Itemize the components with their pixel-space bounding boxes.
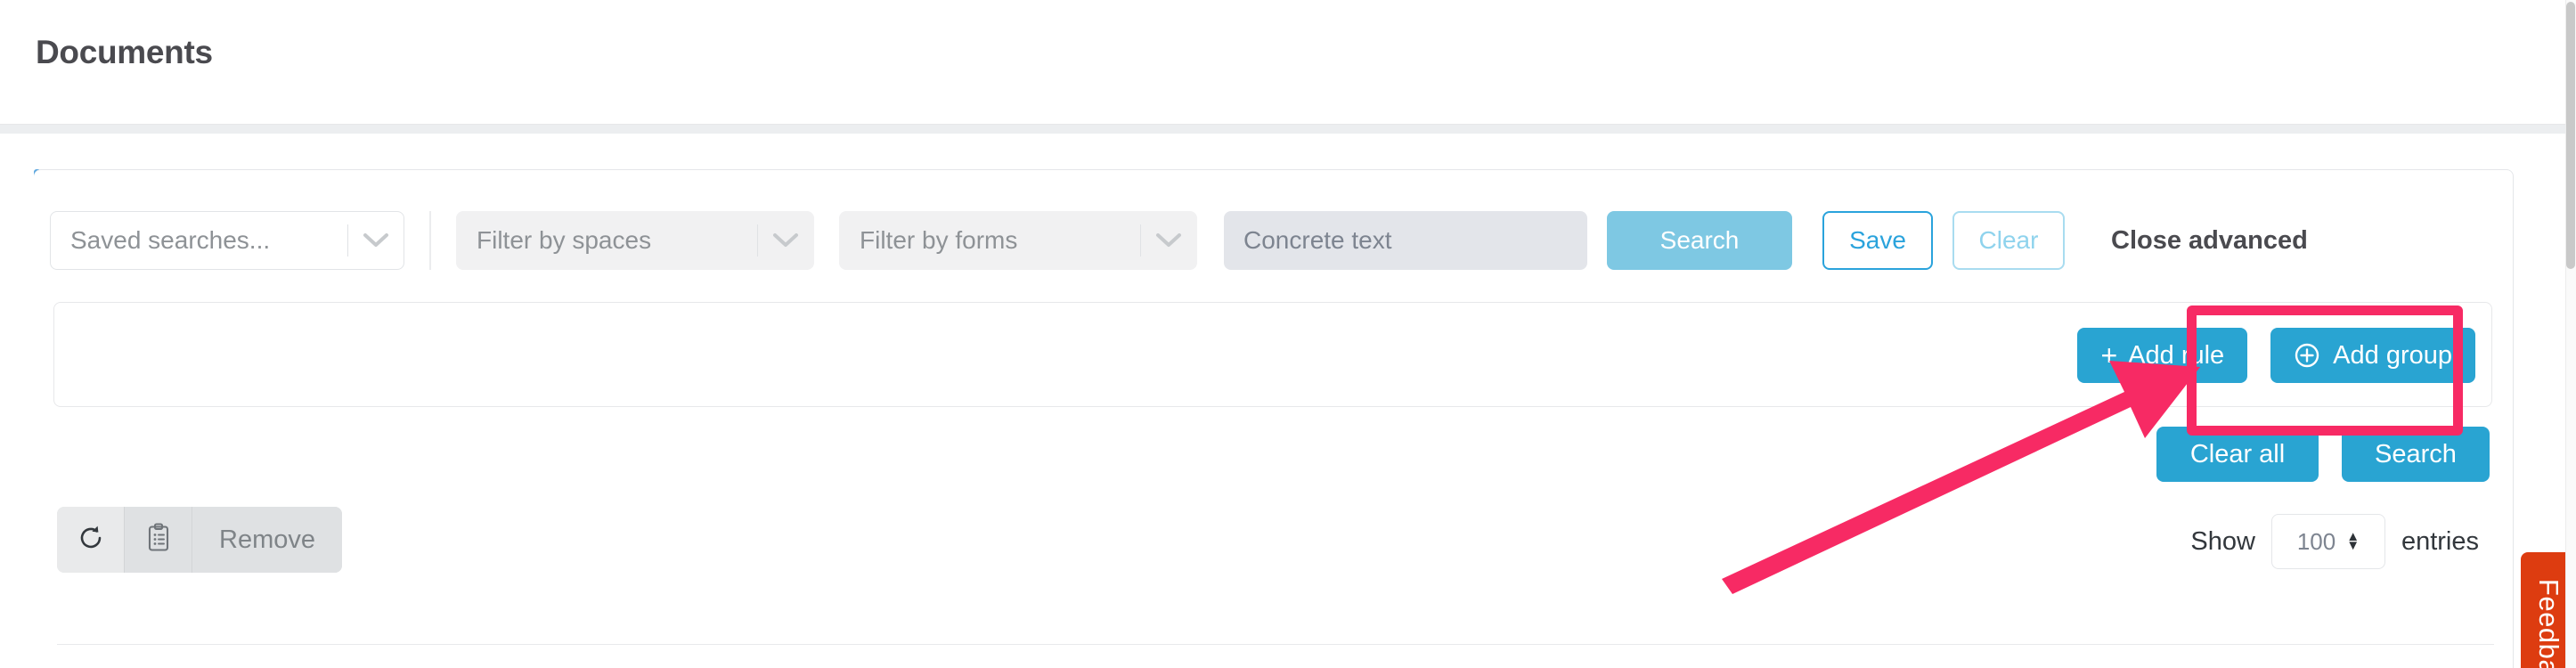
saved-searches-select[interactable]: Saved searches... xyxy=(50,211,404,270)
clear-all-button[interactable]: Clear all xyxy=(2156,427,2319,482)
page-title: Documents xyxy=(36,34,213,70)
entries-value: 100 xyxy=(2296,527,2336,555)
saved-searches-label: Saved searches... xyxy=(70,226,271,254)
page-scrollbar[interactable] xyxy=(2565,0,2576,668)
page-header: Documents xyxy=(0,0,2576,125)
up-down-arrows-icon: ▲ ▼ xyxy=(2346,529,2360,553)
table-separator xyxy=(57,644,2494,645)
filter-row: Saved searches... Filter by spaces Filte… xyxy=(50,211,2308,270)
add-rule-label: Add rule xyxy=(2128,340,2225,370)
remove-button[interactable]: Remove xyxy=(192,507,342,573)
clipboard-list-icon xyxy=(145,522,172,558)
show-label: Show xyxy=(2190,526,2255,556)
chevron-down-icon[interactable] xyxy=(758,232,813,248)
clear-search-button[interactable]: Clear xyxy=(1952,211,2065,270)
feedback-label: Feedback xyxy=(2533,578,2565,668)
header-divider xyxy=(0,125,2576,134)
filter-by-spaces-label: Filter by spaces xyxy=(477,226,652,254)
entries-label: entries xyxy=(2401,526,2479,556)
search-button-bottom[interactable]: Search xyxy=(2342,427,2490,482)
entries-per-page-select[interactable]: 100 ▲ ▼ xyxy=(2270,514,2385,569)
save-search-button[interactable]: Save xyxy=(1822,211,1933,270)
add-group-button[interactable]: Add group xyxy=(2270,328,2475,383)
plus-icon: + xyxy=(2100,339,2118,371)
scrollbar-thumb[interactable] xyxy=(2566,2,2575,269)
filter-by-spaces-select[interactable]: Filter by spaces xyxy=(456,211,814,270)
copy-list-button[interactable] xyxy=(125,507,192,573)
add-rule-button[interactable]: + Add rule xyxy=(2077,328,2248,383)
add-group-label: Add group xyxy=(2333,340,2452,370)
app-page: Documents Saved searches... Filter by sp… xyxy=(0,0,2576,668)
refresh-button[interactable] xyxy=(57,507,125,573)
show-entries-control: Show 100 ▲ ▼ entries xyxy=(2190,514,2479,569)
builder-bottom-actions: Clear all Search xyxy=(2156,427,2490,482)
circle-plus-icon xyxy=(2294,342,2320,369)
concrete-text-input[interactable] xyxy=(1224,211,1587,270)
advanced-search-card: Saved searches... Filter by spaces Filte… xyxy=(34,169,2514,668)
rule-builder-actions: + Add rule Add group xyxy=(2077,328,2475,383)
chevron-down-icon[interactable] xyxy=(348,232,404,248)
chevron-down-icon[interactable] xyxy=(1141,232,1196,248)
rule-builder-panel: + Add rule Add group xyxy=(53,302,2492,407)
results-toolbar: Remove xyxy=(57,507,342,573)
filter-by-forms-label: Filter by forms xyxy=(860,226,1018,254)
close-advanced-link[interactable]: Close advanced xyxy=(2111,226,2308,256)
search-button-top[interactable]: Search xyxy=(1607,211,1792,270)
filter-group-divider xyxy=(429,211,431,270)
refresh-icon xyxy=(76,523,106,558)
filter-by-forms-select[interactable]: Filter by forms xyxy=(839,211,1197,270)
